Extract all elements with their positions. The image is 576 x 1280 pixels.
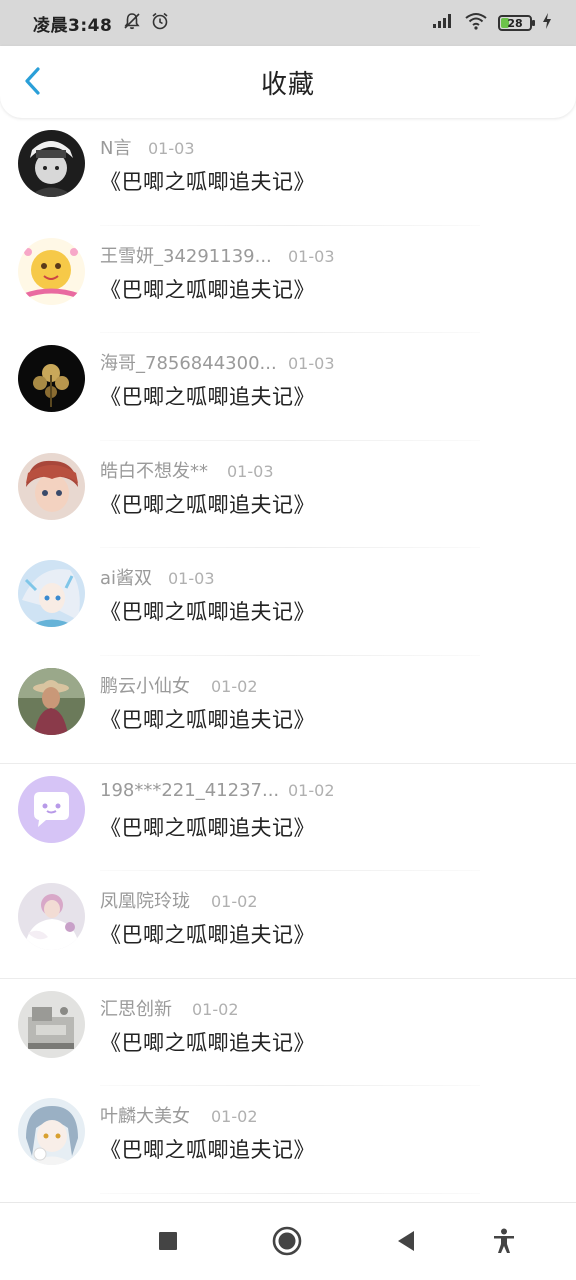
list-item[interactable]: N言 01-03 《巴唧之呱唧追夫记》	[0, 118, 576, 226]
item-date: 01-03	[168, 569, 215, 589]
system-nav-bar	[0, 1202, 576, 1280]
user-name: 鹏云小仙女	[100, 675, 190, 697]
back-button[interactable]	[18, 66, 48, 100]
user-name: 王雪妍_34291139...	[100, 245, 272, 267]
item-date: 01-03	[148, 139, 195, 158]
item-title: 《巴唧之呱唧追夫记》	[100, 277, 315, 302]
home-button[interactable]	[271, 1226, 303, 1260]
user-name: N言	[100, 138, 132, 159]
user-name: 凤凰院玲珑	[100, 891, 190, 913]
header: 收藏	[0, 46, 576, 118]
item-date: 01-03	[288, 246, 335, 266]
list-item[interactable]: 王雪妍_34291139... 01-03 《巴唧之呱唧追夫记》	[0, 226, 576, 334]
accessibility-button[interactable]	[488, 1227, 520, 1259]
avatar[interactable]	[18, 130, 85, 197]
recent-apps-button[interactable]	[152, 1227, 184, 1259]
item-date: 01-02	[211, 676, 258, 696]
avatar[interactable]	[18, 990, 85, 1058]
status-time: 凌晨3:48	[33, 15, 113, 36]
list-item[interactable]: 海哥_7856844300... 01-03 《巴唧之呱唧追夫记》	[0, 333, 576, 441]
favorites-list: N言 01-03 《巴唧之呱唧追夫记》 王雪妍_34291139... 01-0…	[0, 118, 576, 1194]
user-name: 198***221_41237...	[100, 779, 280, 801]
accessibility-icon	[492, 1228, 516, 1258]
back-icon	[396, 1230, 416, 1256]
item-title: 《巴唧之呱唧追夫记》	[100, 707, 315, 732]
item-title: 《巴唧之呱唧追夫记》	[100, 492, 315, 517]
list-item[interactable]: 皓白不想发** 01-03 《巴唧之呱唧追夫记》	[0, 441, 576, 549]
list-item[interactable]: 凤凰院玲珑 01-02 《巴唧之呱唧追夫记》	[0, 871, 576, 979]
item-title: 《巴唧之呱唧追夫记》	[100, 1138, 315, 1163]
wifi-icon	[464, 12, 488, 34]
item-title: 《巴唧之呱唧追夫记》	[100, 385, 315, 410]
page-title: 收藏	[260, 69, 315, 100]
list-item[interactable]: 198***221_41237... 01-02 《巴唧之呱唧追夫记》	[0, 764, 576, 872]
avatar[interactable]	[18, 452, 85, 520]
charging-icon	[542, 13, 552, 33]
home-icon	[272, 1226, 302, 1260]
list-item[interactable]: 叶麟大美女 01-02 《巴唧之呱唧追夫记》	[0, 1086, 576, 1194]
user-name: 叶麟大美女	[100, 1106, 190, 1128]
battery-level: 28	[507, 16, 523, 30]
list-item[interactable]: ai酱双 01-03 《巴唧之呱唧追夫记》	[0, 548, 576, 656]
item-date: 01-02	[211, 1107, 258, 1127]
avatar[interactable]	[18, 667, 85, 735]
battery-icon: 28	[498, 15, 535, 31]
item-date: 01-03	[288, 354, 335, 374]
back-nav-button[interactable]	[390, 1227, 422, 1259]
item-title: 《巴唧之呱唧追夫记》	[100, 815, 315, 840]
mute-bell-icon	[122, 11, 142, 35]
user-name: 汇思创新	[100, 998, 172, 1020]
alarm-icon	[150, 11, 170, 35]
avatar[interactable]	[18, 1098, 85, 1166]
item-date: 01-03	[227, 461, 274, 481]
avatar[interactable]	[18, 237, 85, 305]
item-title: 《巴唧之呱唧追夫记》	[100, 170, 315, 194]
signal-icon	[432, 13, 454, 33]
status-bar: 凌晨3:48 28	[0, 0, 576, 46]
item-title: 《巴唧之呱唧追夫记》	[100, 1030, 315, 1055]
item-date: 01-02	[192, 999, 239, 1019]
user-name: 海哥_7856844300...	[100, 353, 277, 375]
item-title: 《巴唧之呱唧追夫记》	[100, 600, 315, 625]
item-date: 01-02	[288, 780, 335, 800]
avatar[interactable]	[18, 345, 85, 413]
list-item[interactable]: 汇思创新 01-02 《巴唧之呱唧追夫记》	[0, 979, 576, 1087]
chevron-left-icon	[23, 66, 43, 100]
item-date: 01-02	[211, 892, 258, 912]
user-name: 皓白不想发**	[100, 460, 208, 482]
item-title: 《巴唧之呱唧追夫记》	[100, 923, 315, 948]
avatar[interactable]	[18, 560, 85, 628]
avatar[interactable]	[18, 883, 85, 951]
divider	[100, 1192, 480, 1194]
list-item[interactable]: 鹏云小仙女 01-02 《巴唧之呱唧追夫记》	[0, 656, 576, 764]
recent-apps-icon	[158, 1231, 178, 1255]
avatar[interactable]	[18, 775, 85, 843]
user-name: ai酱双	[100, 568, 153, 590]
